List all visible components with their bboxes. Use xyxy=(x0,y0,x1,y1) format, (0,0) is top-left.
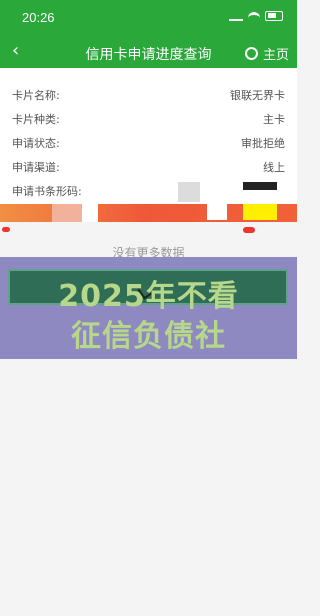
barcode-redacted xyxy=(52,204,84,222)
status-icons xyxy=(229,11,283,21)
redaction-mark xyxy=(243,227,255,233)
detail-row: 卡片名称: 银联无界卡 xyxy=(12,85,285,107)
detail-label: 卡片种类: xyxy=(12,113,60,126)
watermark-line-2: 征信负债社 xyxy=(71,319,226,354)
detail-label: 申请渠道: xyxy=(12,161,60,174)
barcode-redacted xyxy=(207,204,227,220)
detail-label: 卡片名称: xyxy=(12,89,60,102)
detail-row: 申请状态: 审批拒绝 xyxy=(12,133,285,155)
wifi-icon xyxy=(248,12,260,20)
barcode-redacted xyxy=(243,182,277,190)
barcode-redacted xyxy=(243,204,277,220)
status-bar: 20:26 xyxy=(0,0,297,36)
home-label: 主页 xyxy=(262,48,289,63)
detail-value: 主卡 xyxy=(263,113,285,126)
watermark-banner: 2025年不看 征信负债社 xyxy=(0,257,297,359)
barcode-redacted xyxy=(82,204,98,222)
signal-icon xyxy=(229,11,243,21)
detail-label: 申请状态: xyxy=(12,137,60,150)
detail-row: 申请渠道: 线上 xyxy=(12,157,285,179)
headset-icon xyxy=(244,47,258,60)
top-navbar: ‹ 信用卡申请进度查询 主页 xyxy=(0,36,297,68)
redaction-mark xyxy=(2,227,10,232)
detail-value: 线上 xyxy=(263,161,285,174)
battery-icon xyxy=(265,11,283,21)
detail-value: 审批拒绝 xyxy=(241,137,285,150)
detail-row: 卡片种类: 主卡 xyxy=(12,109,285,131)
home-button[interactable]: 主页 xyxy=(244,44,289,63)
detail-label: 申请书条形码: xyxy=(12,185,82,198)
detail-value: 银联无界卡 xyxy=(230,89,285,102)
barcode-redacted xyxy=(178,182,200,202)
status-time: 20:26 xyxy=(22,10,55,25)
